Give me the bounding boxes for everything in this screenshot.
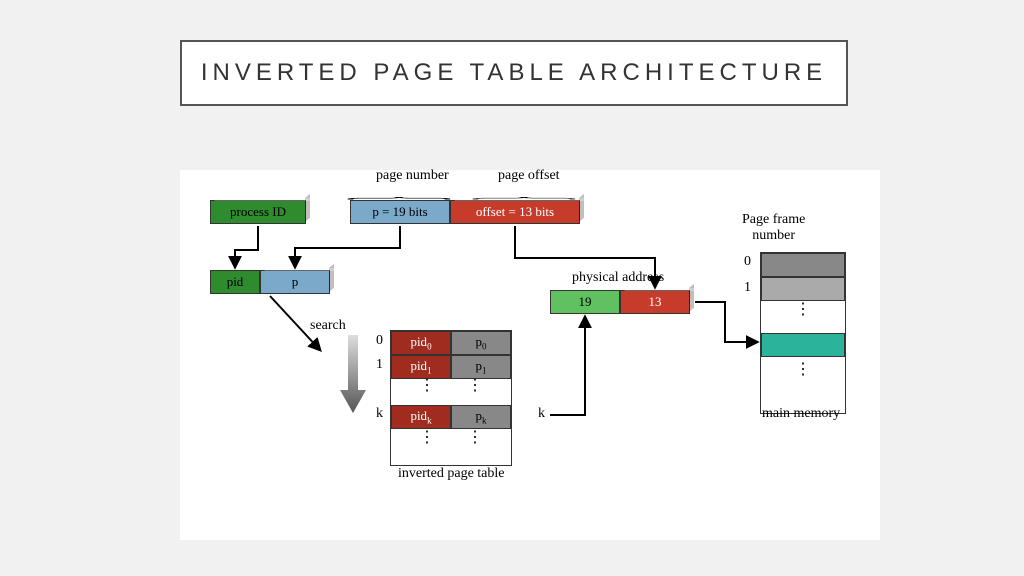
mem-idx-0: 0 xyxy=(744,254,751,270)
ipt-row: pid1 xyxy=(391,355,451,379)
inverted-page-table: pid0 p0 pid1 p1 ⋮ ⋮ pidk pk ⋮ ⋮ xyxy=(390,330,512,466)
ipt-row: pk xyxy=(451,405,511,429)
page-title: INVERTED PAGE TABLE ARCHITECTURE xyxy=(201,59,827,87)
search-arrow-icon xyxy=(340,335,366,415)
logical-address: p = 19 bits offset = 13 bits xyxy=(350,200,580,224)
label-physical-address: physical address xyxy=(572,270,664,286)
ipt-row: pid0 xyxy=(391,331,451,355)
box-process-id: process ID xyxy=(210,200,306,224)
ipt-idx-k: k xyxy=(376,406,383,422)
ipt-idx-1: 1 xyxy=(376,357,383,373)
ipt-row: p0 xyxy=(451,331,511,355)
label-page-frame-number: Page frame number xyxy=(742,212,805,244)
label-search: search xyxy=(310,318,346,334)
mem-idx-1: 1 xyxy=(744,280,751,296)
k-out-label: k xyxy=(538,406,545,422)
box-p: p xyxy=(260,270,330,294)
physical-address: 19 13 xyxy=(550,290,690,314)
title-box: INVERTED PAGE TABLE ARCHITECTURE xyxy=(180,40,848,106)
diagram-canvas: page number page offset ︷ ︷ process ID p… xyxy=(180,170,880,540)
mem-row xyxy=(761,277,845,301)
mem-row-target xyxy=(761,333,845,357)
box-pid: pid xyxy=(210,270,260,294)
main-memory: ⋮ ⋮ xyxy=(760,252,846,414)
mem-caption: main memory xyxy=(762,406,840,422)
ipt-caption: inverted page table xyxy=(398,466,505,482)
entry-pair: pid p xyxy=(210,270,330,294)
ipt-row: pidk xyxy=(391,405,451,429)
box-p-bits: p = 19 bits xyxy=(350,200,450,224)
box-offset-bits: offset = 13 bits xyxy=(450,200,580,224)
box-frame: 19 xyxy=(550,290,620,314)
box-phys-offset: 13 xyxy=(620,290,690,314)
ipt-row: p1 xyxy=(451,355,511,379)
mem-row xyxy=(761,253,845,277)
label-page-number: page number xyxy=(376,168,449,184)
ipt-idx-0: 0 xyxy=(376,333,383,349)
